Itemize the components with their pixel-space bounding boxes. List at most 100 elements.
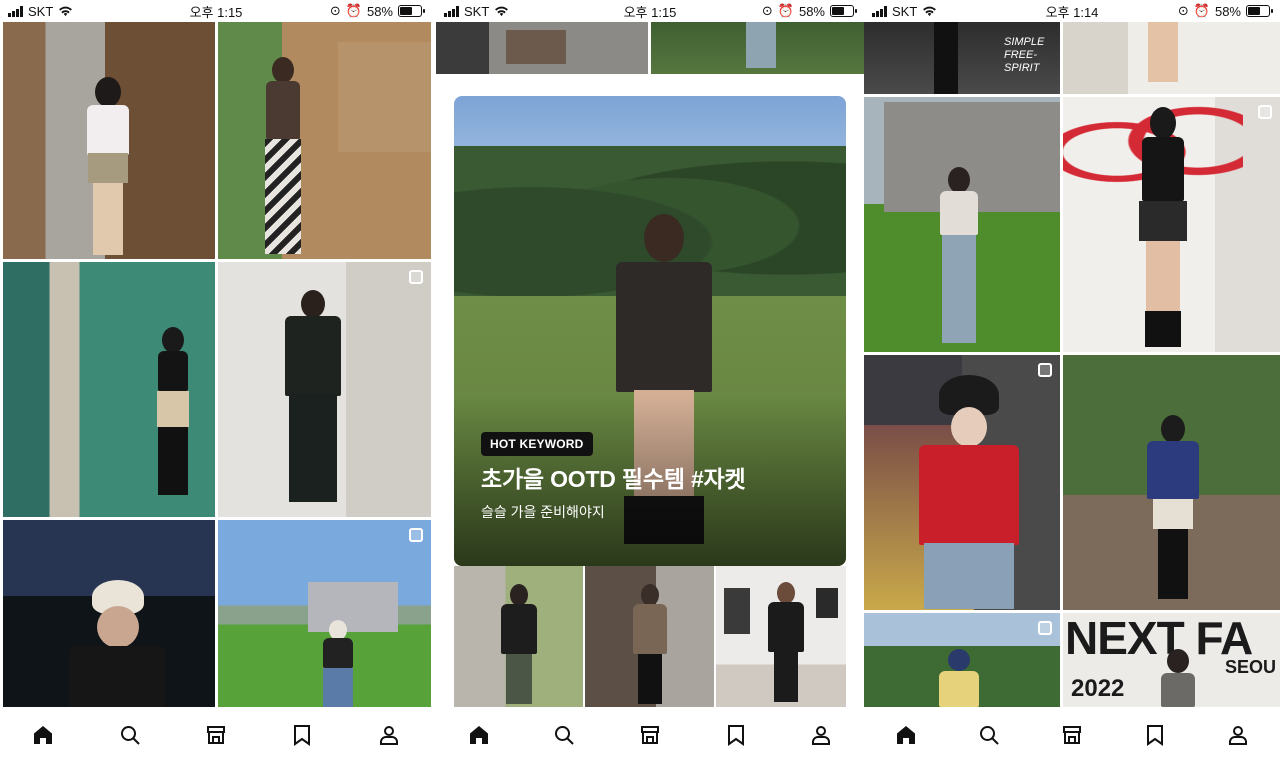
tab-profile[interactable] bbox=[801, 715, 841, 755]
select-checkbox[interactable] bbox=[409, 270, 423, 284]
home-icon bbox=[896, 726, 915, 744]
tab-store[interactable] bbox=[630, 715, 670, 755]
home-icon bbox=[469, 726, 488, 744]
photo-tile[interactable] bbox=[585, 566, 714, 707]
screen-1: SKT 오후 1:15 ⊙ ⏰ 58% bbox=[0, 0, 432, 769]
tab-bookmark[interactable] bbox=[716, 715, 756, 755]
fence bbox=[338, 42, 431, 152]
rotation-lock-icon: ⊙ bbox=[761, 3, 773, 18]
carrier-label: SKT bbox=[464, 3, 490, 19]
photo-tile[interactable] bbox=[864, 355, 1060, 610]
legs bbox=[934, 22, 958, 94]
person-figure bbox=[625, 584, 675, 704]
profile-icon bbox=[812, 726, 831, 745]
store-icon bbox=[1062, 726, 1081, 744]
status-time: 오후 1:15 bbox=[189, 4, 243, 20]
person-figure bbox=[934, 649, 984, 707]
tab-search[interactable] bbox=[110, 715, 150, 755]
tab-home[interactable] bbox=[459, 715, 499, 755]
wifi-icon bbox=[923, 6, 937, 16]
photo-tile[interactable] bbox=[1063, 355, 1280, 610]
status-bar: SKT 오후 1:14 ⊙ ⏰ 58% bbox=[864, 0, 1280, 22]
carrier-label: SKT bbox=[892, 3, 918, 19]
tab-search[interactable] bbox=[544, 715, 584, 755]
artwork bbox=[816, 588, 838, 618]
person-figure bbox=[494, 584, 544, 704]
battery-icon bbox=[1246, 5, 1273, 17]
select-checkbox[interactable] bbox=[1258, 105, 1272, 119]
screen-2: SKT 오후 1:15 ⊙ ⏰ 58% HOT KEYWORD 초가을 OOTD… bbox=[436, 0, 864, 769]
signal-icon bbox=[444, 5, 459, 17]
alarm-icon: ⏰ bbox=[777, 3, 794, 18]
carrier-label: SKT bbox=[28, 3, 54, 19]
tab-bookmark[interactable] bbox=[282, 715, 322, 755]
year-text: 2022 bbox=[1071, 675, 1125, 702]
jeans bbox=[746, 22, 776, 68]
wifi-icon bbox=[495, 6, 509, 16]
tab-profile[interactable] bbox=[1218, 715, 1258, 755]
photo-tile[interactable] bbox=[218, 520, 431, 707]
shoes bbox=[506, 30, 566, 64]
select-checkbox[interactable] bbox=[1038, 363, 1052, 377]
select-checkbox[interactable] bbox=[1038, 621, 1052, 635]
rotation-lock-icon: ⊙ bbox=[329, 3, 341, 18]
screen-3: SKT 오후 1:14 ⊙ ⏰ 58% SIMPLE FREE-SPIRIT N… bbox=[864, 0, 1280, 769]
photo-tile[interactable] bbox=[1063, 22, 1280, 94]
graffiti-text: SIMPLE FREE-SPIRIT bbox=[1004, 36, 1045, 74]
photo-tile[interactable] bbox=[3, 262, 215, 517]
rotation-lock-icon: ⊙ bbox=[1177, 3, 1189, 18]
photo-tile[interactable] bbox=[651, 22, 864, 74]
tab-home[interactable] bbox=[23, 715, 63, 755]
neon-sign-subtext: SEOU bbox=[1224, 657, 1276, 677]
battery-icon bbox=[830, 5, 857, 17]
status-bar: SKT 오후 1:15 ⊙ ⏰ 58% bbox=[436, 0, 864, 22]
signal-icon bbox=[872, 5, 887, 17]
battery-percent: 58% bbox=[1214, 3, 1241, 19]
photo-grid: SIMPLE FREE-SPIRIT NEXT FA SEOU 2022 bbox=[864, 22, 1280, 707]
wifi-icon bbox=[59, 6, 73, 16]
tab-store[interactable] bbox=[196, 715, 236, 755]
battery-percent: 58% bbox=[798, 3, 825, 19]
photo-tile[interactable] bbox=[218, 262, 431, 517]
photo-tile[interactable] bbox=[864, 97, 1060, 352]
tab-store[interactable] bbox=[1052, 715, 1092, 755]
status-time: 오후 1:15 bbox=[623, 4, 677, 20]
hot-keyword-badge: HOT KEYWORD bbox=[481, 432, 593, 456]
photo-tile[interactable] bbox=[218, 22, 431, 259]
person-figure bbox=[313, 620, 363, 707]
person-figure bbox=[1128, 107, 1198, 347]
signal-icon bbox=[8, 5, 23, 17]
battery-icon bbox=[398, 5, 425, 17]
person-figure bbox=[73, 77, 143, 257]
photo-tile[interactable]: SIMPLE FREE-SPIRIT bbox=[864, 22, 1060, 94]
tab-profile[interactable] bbox=[369, 715, 409, 755]
person-figure bbox=[143, 327, 203, 497]
photo-tile[interactable] bbox=[1063, 97, 1280, 352]
photo-tile[interactable] bbox=[3, 22, 215, 259]
photo-tile[interactable]: NEXT FA SEOU 2022 bbox=[1063, 613, 1280, 707]
person-figure bbox=[761, 582, 811, 702]
tab-bookmark[interactable] bbox=[1135, 715, 1175, 755]
profile-icon bbox=[379, 726, 398, 745]
bookmark-icon bbox=[1147, 725, 1164, 746]
bottom-tab-bar bbox=[0, 707, 432, 769]
photo-tile[interactable] bbox=[864, 613, 1060, 707]
legs bbox=[1148, 22, 1178, 82]
photo-tile[interactable] bbox=[716, 566, 846, 707]
store-icon bbox=[206, 726, 225, 744]
tab-search[interactable] bbox=[969, 715, 1009, 755]
photo-tile[interactable] bbox=[454, 566, 583, 707]
bottom-tab-bar bbox=[436, 707, 864, 769]
person-figure bbox=[904, 375, 1034, 610]
screens-container: SKT 오후 1:15 ⊙ ⏰ 58% SKT 오후 1:15 ⊙ ⏰ 58% … bbox=[0, 0, 1280, 769]
hot-keyword-banner[interactable]: HOT KEYWORD 초가을 OOTD 필수템 #자켓 슬슬 가을 준비해야지 bbox=[454, 96, 846, 566]
banner-subtitle: 슬슬 가을 준비해야지 bbox=[481, 504, 605, 520]
artwork bbox=[724, 588, 750, 634]
photo-tile[interactable] bbox=[3, 520, 215, 707]
select-checkbox[interactable] bbox=[409, 528, 423, 542]
tab-home[interactable] bbox=[886, 715, 926, 755]
photo-tile[interactable] bbox=[436, 22, 648, 74]
bookmark-icon bbox=[727, 725, 744, 746]
profile-icon bbox=[1229, 726, 1248, 745]
status-time: 오후 1:14 bbox=[1045, 4, 1099, 20]
